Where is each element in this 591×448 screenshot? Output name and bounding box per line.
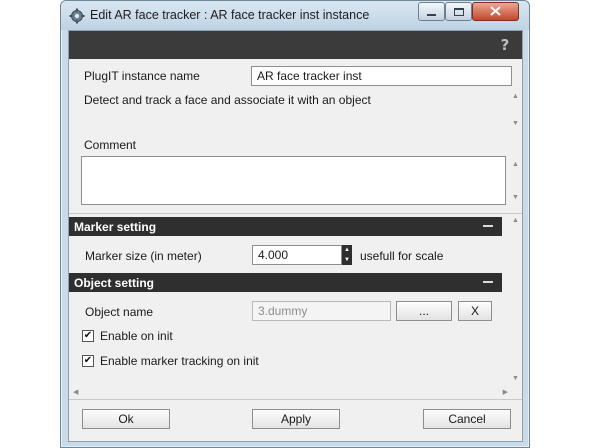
window-title: Edit AR face tracker : AR face tracker i… (90, 8, 370, 22)
scroll-up-icon: ▲ (512, 93, 519, 100)
comment-scrollbar[interactable]: ▲ ▼ (510, 161, 521, 201)
ok-button[interactable]: Ok (82, 409, 170, 429)
plugit-description: Detect and track a face and associate it… (84, 93, 371, 107)
minimize-icon (427, 13, 436, 16)
dialog-window: Edit AR face tracker : AR face tracker i… (60, 0, 530, 448)
enable-on-init-label: Enable on init (100, 329, 173, 343)
dialog-body: ? PlugIT instance name AR face tracker i… (68, 30, 523, 442)
scroll-up-icon: ▲ (512, 161, 519, 168)
horizontal-scrollbar[interactable]: ◀ ▶ (73, 387, 508, 397)
maximize-icon (453, 7, 464, 16)
cancel-button[interactable]: Cancel (423, 409, 511, 429)
object-section-header[interactable]: Object setting (69, 273, 502, 292)
object-name-input[interactable]: 3.dummy (252, 301, 391, 321)
comment-textarea[interactable] (81, 156, 506, 205)
collapse-icon[interactable] (483, 225, 493, 227)
marker-size-spinner[interactable]: ▲ ▼ (342, 245, 352, 265)
help-icon[interactable]: ? (497, 37, 513, 53)
spin-up-icon[interactable]: ▲ (342, 245, 352, 255)
scroll-down-icon: ▼ (512, 194, 519, 201)
apply-button[interactable]: Apply (252, 409, 340, 429)
panel-scrollbar[interactable]: ▲ ▼ (510, 217, 521, 382)
gear-icon (69, 8, 85, 24)
description-scrollbar[interactable]: ▲ ▼ (510, 93, 521, 127)
collapse-icon[interactable] (483, 281, 493, 283)
maximize-button[interactable] (445, 2, 472, 21)
instance-name-label: PlugIT instance name (84, 69, 200, 83)
clear-object-button[interactable]: X (458, 301, 492, 321)
enable-tracking-checkbox[interactable]: ✔ (82, 355, 94, 367)
scroll-right-icon: ▶ (502, 389, 508, 396)
enable-on-init-checkbox[interactable]: ✔ (82, 330, 94, 342)
scroll-down-icon: ▼ (512, 375, 519, 382)
enable-tracking-label: Enable marker tracking on init (100, 354, 259, 368)
close-button[interactable] (472, 2, 519, 21)
divider (69, 399, 522, 400)
browse-object-button[interactable]: ... (396, 301, 452, 321)
spin-down-icon[interactable]: ▼ (342, 255, 352, 265)
object-section-title: Object setting (74, 276, 155, 290)
divider (69, 213, 522, 214)
instance-name-input[interactable]: AR face tracker inst (251, 66, 512, 86)
marker-size-input[interactable]: 4.000 (252, 245, 342, 265)
scroll-down-icon: ▼ (512, 120, 519, 127)
marker-section-header[interactable]: Marker setting (69, 217, 502, 236)
comment-label: Comment (84, 138, 137, 152)
minimize-button[interactable] (418, 2, 445, 21)
marker-section-title: Marker setting (74, 220, 157, 234)
marker-size-label: Marker size (in meter) (85, 249, 202, 263)
title-bar[interactable]: Edit AR face tracker : AR face tracker i… (61, 1, 529, 30)
scroll-left-icon: ◀ (73, 389, 79, 396)
marker-size-hint: usefull for scale (360, 249, 444, 263)
close-icon (490, 5, 501, 19)
scroll-up-icon: ▲ (512, 217, 519, 224)
object-name-label: Object name (85, 305, 154, 319)
help-bar: ? (69, 31, 522, 59)
